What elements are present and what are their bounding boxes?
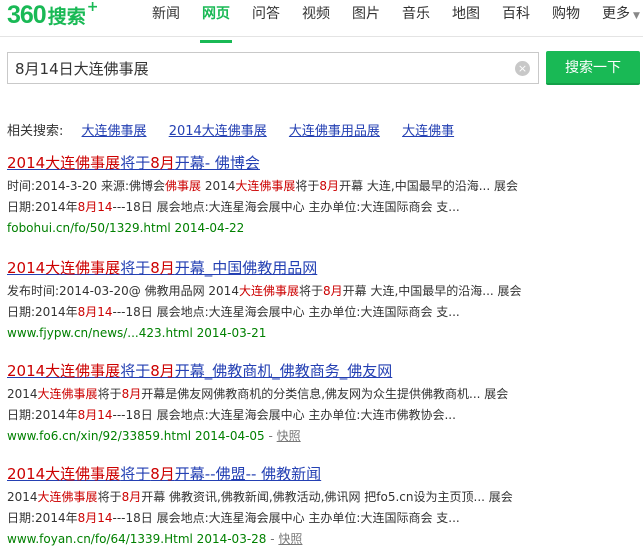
result-snippet: 2014大连佛事展将于8月开幕是佛友网佛教商机的分类信息,佛友网为众生提供佛教商… [7,387,509,422]
search-result: 2014大连佛事展将于8月开幕_佛教商机_佛教商务_佛友网 2014大连佛事展将… [7,361,637,445]
search-input[interactable] [8,53,508,83]
nav-tab-maps[interactable]: 地图 [452,0,480,36]
result-url: fobohui.cn/fo/50/1329.html 2014-04-22 [7,221,245,235]
search-result: 2014大连佛事展将于8月开幕- 佛博会 时间:2014-3-20 来源:佛博会… [7,153,637,237]
nav-tab-more[interactable]: 更多 ▼ [602,0,640,36]
related-link[interactable]: 2014大连佛事展 [169,124,267,139]
search-button[interactable]: 搜索一下 [546,51,640,85]
result-title-link[interactable]: 2014大连佛事展将于8月开幕--佛盟-- 佛教新闻 [7,464,637,484]
result-title-link[interactable]: 2014大连佛事展将于8月开幕_中国佛教用品网 [7,258,637,278]
nav-tab-images[interactable]: 图片 [352,0,380,36]
result-url: www.fo6.cn/xin/92/33859.html 2014-04-05 … [7,429,301,443]
logo-plus: + [86,0,99,15]
result-url: www.foyan.cn/fo/64/1339.Html 2014-03-28 … [7,532,303,546]
result-url: www.fjypw.cn/news/...423.html 2014-03-21 [7,326,267,340]
search-result: 2014大连佛事展将于8月开幕_中国佛教用品网 发布时间:2014-03-20@… [7,258,637,342]
nav-tab-music[interactable]: 音乐 [402,0,430,36]
clear-icon[interactable]: × [515,61,530,76]
top-bar: 360 搜索 + 新闻 网页 问答 视频 图片 音乐 地图 百科 购物 更多 ▼ [0,0,643,43]
logo-number: 360 [7,1,47,29]
cache-link[interactable]: 快照 [277,429,301,443]
result-title-link[interactable]: 2014大连佛事展将于8月开幕_佛教商机_佛教商务_佛友网 [7,361,637,381]
cache-link[interactable]: 快照 [278,532,302,546]
nav-tab-news[interactable]: 新闻 [152,0,180,36]
result-snippet: 发布时间:2014-03-20@ 佛教用品网 2014大连佛事展将于8月开幕 大… [7,284,522,319]
nav-tab-qa[interactable]: 问答 [252,0,280,36]
related-searches: 相关搜索: 大连佛事展 2014大连佛事展 大连佛事用品展 大连佛事 [7,120,454,139]
search-result: 2014大连佛事展将于8月开幕--佛盟-- 佛教新闻 2014大连佛事展将于8月… [7,464,637,548]
search-box: × [7,52,539,84]
related-link[interactable]: 大连佛事 [402,124,454,139]
related-link[interactable]: 大连佛事展 [82,124,147,139]
category-nav: 新闻 网页 问答 视频 图片 音乐 地图 百科 购物 更多 ▼ [152,0,643,43]
chevron-down-icon: ▼ [633,11,640,21]
result-snippet: 时间:2014-3-20 来源:佛博会佛事展 2014大连佛事展将于8月开幕 大… [7,179,518,214]
related-label: 相关搜索: [7,124,64,139]
nav-tab-web[interactable]: 网页 [200,0,232,43]
nav-tab-shopping[interactable]: 购物 [552,0,580,36]
result-title-link[interactable]: 2014大连佛事展将于8月开幕- 佛博会 [7,153,637,173]
logo-text: 搜索 [47,6,86,28]
nav-tab-baike[interactable]: 百科 [502,0,530,36]
result-snippet: 2014大连佛事展将于8月开幕 佛教资讯,佛教新闻,佛教活动,佛讯网 把fo5.… [7,490,513,525]
nav-tab-video[interactable]: 视频 [302,0,330,36]
nav-more-label: 更多 [602,6,630,22]
logo[interactable]: 360 搜索 + [7,0,99,31]
related-link[interactable]: 大连佛事用品展 [289,124,380,139]
